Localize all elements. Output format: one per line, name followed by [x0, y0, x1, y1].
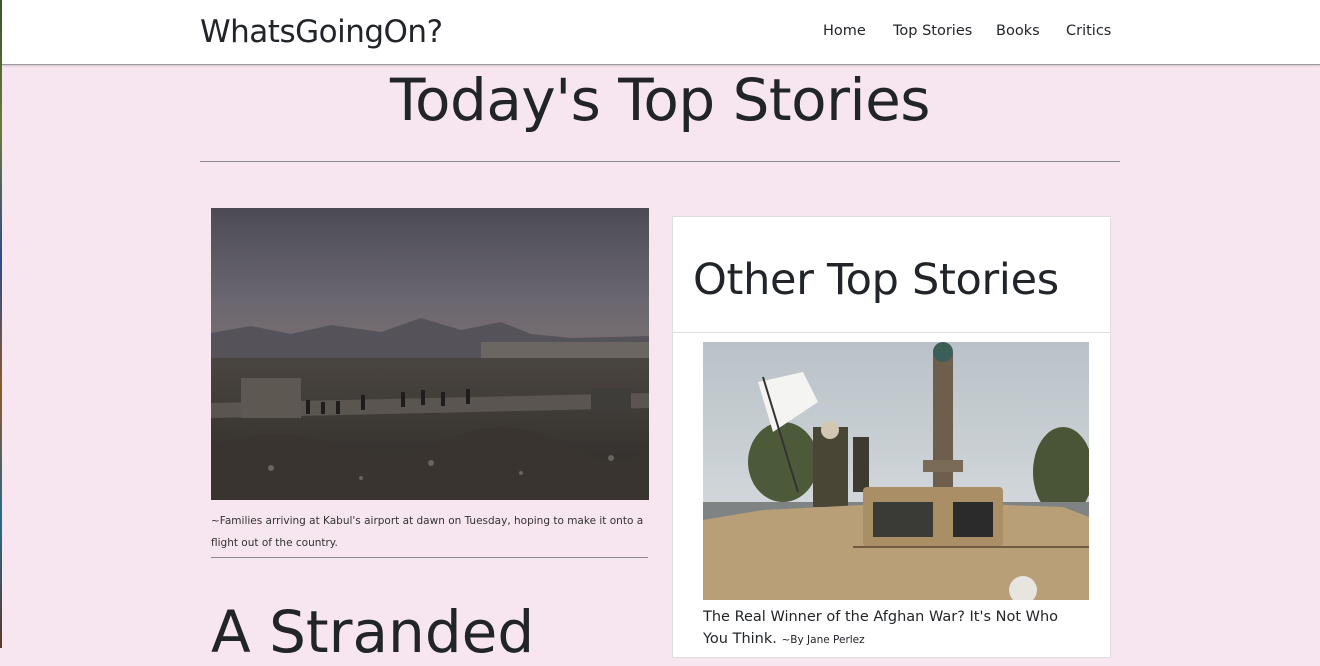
story-item[interactable]: The Real Winner of the Afghan War? It's … — [703, 606, 1083, 651]
other-stories-card: Other Top Stories The Real Winner of the… — [672, 216, 1111, 658]
nav-link-top-stories[interactable]: Top Stories — [893, 23, 972, 39]
story-image[interactable] — [703, 342, 1089, 600]
card-title: Other Top Stories — [693, 255, 1059, 305]
story-byline: ~By Jane Perlez — [781, 634, 865, 646]
featured-caption: ~Families arriving at Kabul's airport at… — [211, 515, 644, 549]
card-header: Other Top Stories — [673, 217, 1110, 333]
navbar: WhatsGoingOn? Home Top Stories Books Cri… — [2, 0, 1320, 65]
title-divider — [200, 161, 1120, 162]
nav-link-critics[interactable]: Critics — [1066, 23, 1111, 39]
taliban-truck-photo-icon — [703, 342, 1089, 600]
story-headline[interactable]: The Real Winner of the Afghan War? It's … — [703, 609, 1058, 647]
kabul-airport-photo-icon — [211, 208, 649, 500]
nav-link-home[interactable]: Home — [823, 23, 866, 39]
caption-divider — [211, 557, 648, 558]
brand-link[interactable]: WhatsGoingOn? — [200, 14, 443, 50]
nav-link-books[interactable]: Books — [996, 23, 1040, 39]
page-title: Today's Top Stories — [389, 66, 931, 134]
featured-headline[interactable]: A Stranded — [211, 598, 534, 666]
window-edge — [0, 0, 2, 648]
featured-image[interactable] — [211, 208, 649, 500]
